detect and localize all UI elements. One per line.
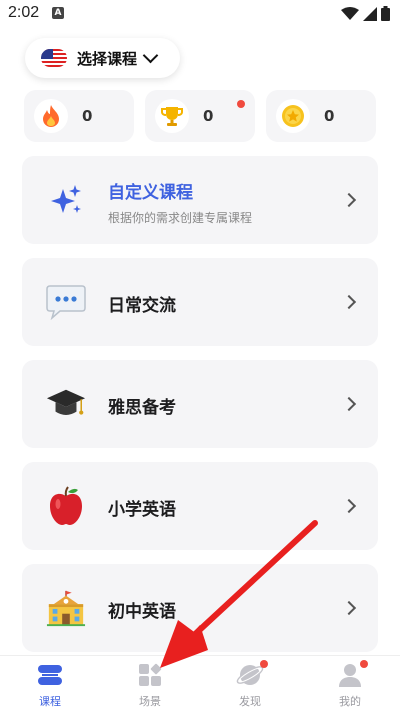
course-title: 初中英语 xyxy=(108,602,176,622)
streak-value: 0 xyxy=(82,107,93,125)
status-time: 2:02 xyxy=(8,4,40,21)
signal-icon xyxy=(363,6,377,21)
course-title: 自定义课程 xyxy=(108,183,193,203)
course-title: 日常交流 xyxy=(108,296,176,316)
course-subtitle: 根据你的需求创建专属课程 xyxy=(108,211,253,225)
tab-courses[interactable]: 课程 xyxy=(0,656,100,712)
course-selector-button[interactable]: 选择课程 xyxy=(25,38,180,78)
tab-scenes[interactable]: 场景 xyxy=(100,656,200,712)
chevron-right-icon xyxy=(341,192,357,208)
tab-label: 我的 xyxy=(339,695,361,708)
school-building-icon xyxy=(46,588,86,628)
apple-icon xyxy=(46,486,86,526)
scenes-tab-icon xyxy=(139,663,162,686)
course-selector-label: 选择课程 xyxy=(77,49,138,68)
stats-row: 0 0 0 xyxy=(24,90,376,142)
wifi-icon xyxy=(341,6,359,20)
course-title: 小学英语 xyxy=(108,500,176,520)
chevron-right-icon xyxy=(341,396,357,412)
tab-label: 发现 xyxy=(239,695,261,708)
bottom-tab-bar: 课程 场景 发现 我的 xyxy=(0,655,400,712)
us-flag-icon xyxy=(41,49,67,67)
badge-dot xyxy=(360,660,368,668)
fire-icon xyxy=(34,99,68,133)
courses-tab-icon xyxy=(38,665,62,685)
trophy-stat[interactable]: 0 xyxy=(145,90,255,142)
chevron-right-icon xyxy=(341,600,357,616)
coin-icon xyxy=(276,99,310,133)
chevron-down-icon xyxy=(142,47,159,63)
course-card-primary[interactable]: 小学英语 xyxy=(22,462,378,550)
chevron-right-icon xyxy=(341,498,357,514)
course-card-daily[interactable]: 日常交流 xyxy=(22,258,378,346)
chevron-right-icon xyxy=(341,294,357,310)
course-card-custom[interactable]: 自定义课程 根据你的需求创建专属课程 xyxy=(22,156,378,244)
trophy-icon xyxy=(155,99,189,133)
battery-icon xyxy=(381,6,390,21)
tab-label: 课程 xyxy=(39,695,61,708)
course-card-junior[interactable]: 初中英语 xyxy=(22,564,378,652)
tab-profile[interactable]: 我的 xyxy=(300,656,400,712)
coin-value: 0 xyxy=(324,107,335,125)
notification-icon: A xyxy=(52,7,64,19)
status-bar: 2:02 A xyxy=(0,0,400,28)
speech-bubble-icon xyxy=(46,282,86,322)
tab-discover[interactable]: 发现 xyxy=(200,656,300,712)
badge-dot xyxy=(237,100,245,108)
course-title: 雅思备考 xyxy=(108,398,176,418)
coin-stat[interactable]: 0 xyxy=(266,90,376,142)
trophy-value: 0 xyxy=(203,107,214,125)
graduation-cap-icon xyxy=(46,384,86,424)
tab-label: 场景 xyxy=(139,695,161,708)
status-icons xyxy=(341,6,390,21)
course-card-ielts[interactable]: 雅思备考 xyxy=(22,360,378,448)
badge-dot xyxy=(260,660,268,668)
sparkle-icon xyxy=(46,180,86,220)
streak-stat[interactable]: 0 xyxy=(24,90,134,142)
